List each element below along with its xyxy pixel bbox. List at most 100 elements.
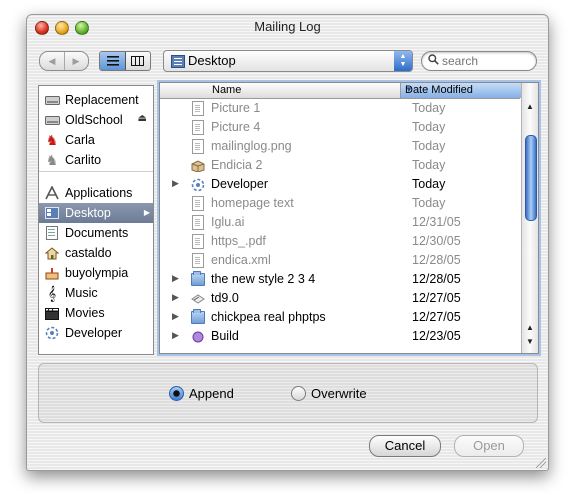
list-view-icon: [106, 56, 119, 66]
list-item[interactable]: ▶ chickpea real phptps 12/27/05: [160, 308, 520, 327]
location-popup[interactable]: Desktop ▲ ▼: [163, 50, 413, 72]
file-date: 12/30/05: [412, 234, 461, 248]
sidebar-item-carlito[interactable]: ♞ Carlito: [39, 150, 153, 170]
home-icon: [44, 245, 60, 261]
search-field[interactable]: [421, 51, 537, 71]
resize-grip-icon[interactable]: [536, 458, 546, 468]
file-date: 12/27/05: [412, 310, 461, 324]
film-clapper-icon: [44, 305, 60, 321]
back-arrow-icon: ◀: [48, 55, 56, 66]
list-item: homepage text Today: [160, 194, 520, 213]
disclosure-triangle-icon[interactable]: ▶: [172, 273, 179, 284]
file-date: Today: [412, 139, 446, 153]
file-name: Endicia 2: [211, 158, 263, 172]
desktop-icon: [171, 55, 185, 68]
sidebar-item-label: Carla: [65, 133, 95, 147]
developer-icon: [191, 177, 205, 192]
document-icon: [191, 253, 205, 268]
hard-drive-icon: [44, 92, 60, 108]
sidebar-item-desktop[interactable]: Desktop ▶: [39, 203, 153, 223]
file-name: Build: [211, 329, 239, 343]
file-name: https_.pdf: [211, 234, 266, 248]
disclosure-triangle-icon[interactable]: ▶: [172, 330, 179, 341]
sidebar-item-replacement[interactable]: Replacement: [39, 90, 153, 110]
file-name: mailinglog.png: [211, 139, 292, 153]
sidebar-item-label: Replacement: [65, 93, 139, 107]
column-view-button[interactable]: [125, 52, 150, 70]
search-icon: [428, 54, 439, 68]
applications-icon: [44, 185, 60, 201]
column-view-icon: [131, 56, 144, 66]
sidebar-item-documents[interactable]: Documents: [39, 223, 153, 243]
sidebar-item-castaldo[interactable]: castaldo: [39, 243, 153, 263]
file-date: Today: [412, 120, 446, 134]
list-item[interactable]: ▶ td9.0 12/27/05: [160, 289, 520, 308]
vertical-scrollbar[interactable]: ▲ ▲ ▼: [521, 83, 538, 353]
sidebar-item-label: Applications: [65, 186, 133, 200]
sidebar-item-applications[interactable]: Applications: [39, 183, 153, 203]
scroll-down-arrow-icon[interactable]: ▼: [522, 335, 538, 349]
sidebar-item-label: Carlito: [65, 153, 102, 167]
file-name: endica.xml: [211, 253, 271, 267]
append-label: Append: [189, 386, 234, 401]
list-item[interactable]: ▶ the new style 2 3 4 12/28/05: [160, 270, 520, 289]
forward-button[interactable]: ▶: [64, 52, 88, 70]
file-browser: Name Date Modified ▼ Picture 1 Today Pic…: [159, 82, 539, 354]
eject-icon[interactable]: ⏏: [138, 113, 147, 124]
list-item[interactable]: ▶ Build 12/23/05: [160, 327, 520, 346]
file-name: homepage text: [211, 196, 294, 210]
scroll-thumb[interactable]: [525, 135, 537, 221]
scroll-up-arrow-icon[interactable]: ▲: [522, 100, 538, 114]
cancel-button[interactable]: Cancel: [369, 435, 441, 457]
column-date-header[interactable]: Date Modified ▼: [400, 83, 521, 98]
sidebar-item-oldschool[interactable]: OldSchool ⏏: [39, 110, 153, 130]
list-item: endica.xml 12/28/05: [160, 251, 520, 270]
file-name: chickpea real phptps: [211, 310, 326, 324]
title-bar[interactable]: Mailing Log: [27, 15, 548, 37]
sidebar-item-label: buyolympia: [65, 266, 129, 280]
column-name-header[interactable]: Name: [212, 84, 241, 96]
back-button[interactable]: ◀: [40, 52, 65, 70]
sidebar-item-developer[interactable]: Developer: [39, 323, 153, 343]
open-button[interactable]: Open: [454, 435, 524, 457]
document-icon: [191, 139, 205, 154]
list-item: mailinglog.png Today: [160, 137, 520, 156]
folder-icon: [191, 271, 205, 287]
sidebar-item-buyolympia[interactable]: buyolympia: [39, 263, 153, 283]
search-input[interactable]: [442, 53, 530, 68]
list-item[interactable]: ▶ Developer Today: [160, 175, 520, 194]
document-icon: [191, 215, 205, 230]
list-view-button[interactable]: [100, 52, 126, 70]
document-icon: [191, 196, 205, 211]
sort-descending-icon: ▼: [405, 85, 413, 94]
file-name: Picture 4: [211, 120, 261, 134]
sidebar-item-music[interactable]: 𝄞 Music: [39, 283, 153, 303]
documents-icon: [44, 225, 60, 241]
sidebar-item-movies[interactable]: Movies: [39, 303, 153, 323]
append-radio[interactable]: Append: [169, 386, 234, 401]
file-list: Picture 1 Today Picture 4 Today mailingl…: [160, 99, 520, 351]
sidebar-item-label: Desktop: [65, 206, 111, 220]
folder-icon: [191, 309, 205, 325]
file-date: Today: [412, 177, 446, 191]
scroll-up-arrow-icon[interactable]: ▲: [522, 321, 538, 335]
file-date: 12/31/05: [412, 215, 461, 229]
document-icon: [191, 101, 205, 116]
file-date: 12/23/05: [412, 329, 461, 343]
file-name: Developer: [211, 177, 268, 191]
overwrite-radio[interactable]: Overwrite: [291, 386, 367, 401]
sidebar-item-label: Documents: [65, 226, 129, 240]
disclosure-triangle-icon[interactable]: ▶: [172, 311, 179, 322]
overwrite-label: Overwrite: [311, 386, 367, 401]
radio-selected-icon: [169, 386, 184, 401]
hard-drive-icon: [44, 112, 60, 128]
column-header: Name Date Modified ▼: [160, 83, 521, 99]
back-forward-control: ◀ ▶: [39, 51, 89, 71]
desktop-icon: [44, 205, 60, 221]
disclosure-triangle-icon[interactable]: ▶: [172, 292, 179, 303]
file-date: 12/28/05: [412, 272, 461, 286]
sidebar-item-carla[interactable]: ♞ Carla: [39, 130, 153, 150]
disclosure-triangle-icon[interactable]: ▶: [172, 178, 179, 189]
sidebar-item-label: Movies: [65, 306, 105, 320]
file-name: td9.0: [211, 291, 239, 305]
